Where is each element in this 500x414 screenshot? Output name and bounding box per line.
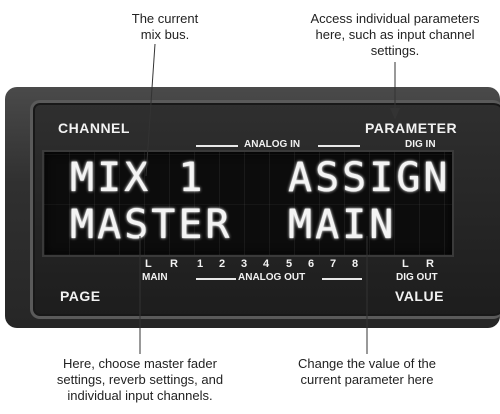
leader-lines	[139, 43, 400, 354]
leader-mix-bus	[145, 43, 156, 177]
leader-access-parameters-arrow	[390, 108, 400, 120]
